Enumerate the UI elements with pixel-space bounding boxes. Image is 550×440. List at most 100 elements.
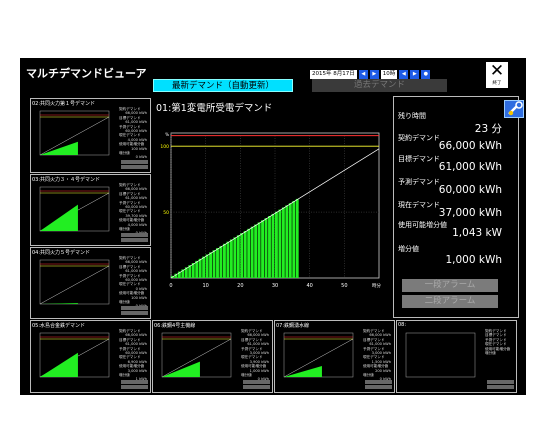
demand-bar	[229, 239, 233, 278]
mini-alarm-button[interactable]	[121, 385, 148, 389]
demand-bar	[223, 243, 226, 278]
current-demand-label: 現在デマンド	[398, 201, 440, 209]
mini-demand-chart	[39, 332, 110, 378]
alarm-stage1-button[interactable]: 一段アラーム	[402, 279, 498, 292]
y-unit-label: %	[165, 132, 169, 137]
y-tick-label: 50	[163, 210, 169, 216]
mini-alarm-button[interactable]	[243, 385, 270, 389]
demand-bar	[295, 198, 299, 278]
mini-plot-area	[39, 259, 110, 305]
mini-alarm-button[interactable]	[365, 380, 392, 384]
mini-alarm-button[interactable]	[243, 380, 270, 384]
target-demand-label: 目標デマンド	[398, 155, 440, 163]
demand-bar	[202, 256, 206, 278]
demand-bar	[268, 216, 271, 278]
target-demand-value: 61,000 kWh	[438, 161, 502, 173]
remaining-time-value: 23 分	[474, 123, 502, 135]
mini-info-label: 増分値	[485, 351, 496, 356]
mini-alarm-button[interactable]	[121, 311, 148, 315]
contract-demand-label: 契約デマンド	[398, 134, 440, 142]
mini-alarm-button[interactable]	[121, 160, 148, 164]
demand-bar	[209, 252, 212, 278]
demand-bar	[275, 211, 278, 278]
demand-bar	[278, 209, 282, 278]
demand-bar	[292, 201, 296, 278]
prev-day-button[interactable]: ◀	[358, 70, 368, 79]
mini-alarm-button[interactable]	[121, 380, 148, 384]
mini-panel-05[interactable]: 05:水島合金鉄デマンド 契約デマンド 66,000 kWh 目標デマンド 61,000…	[30, 320, 151, 393]
mini-info-label: 使用可能増分値	[119, 364, 145, 369]
x-tick-label: 50	[341, 283, 347, 289]
settings-tool-icon[interactable]	[504, 100, 524, 118]
current-demand-value: 37,000 kWh	[438, 207, 502, 219]
mini-demand-chart	[39, 110, 110, 156]
date-field[interactable]: 2015年 8月17日	[310, 70, 357, 79]
mini-info-label: 使用可能増分値	[241, 364, 267, 369]
demand-bar	[257, 222, 261, 278]
next-day-button[interactable]: ▶	[369, 70, 379, 79]
y-tick-label: 100	[160, 144, 169, 150]
refresh-button[interactable]: ●	[421, 70, 431, 79]
increment-label: 増分値	[398, 245, 419, 253]
next-hour-button[interactable]: ▶	[410, 70, 420, 79]
forecast-demand-value: 60,000 kWh	[438, 184, 502, 196]
mini-panel-06[interactable]: 06:鉄鋼4号主機線 契約デマンド 66,000 kWh 目標デマンド 61,000 k…	[152, 320, 273, 393]
increment-value: 1,000 kWh	[445, 254, 502, 266]
mini-panel-08[interactable]: 08: 契約デマンド 目標デマンド 予測デマンド 現在デマンド 使用可能増分値 増分値	[396, 320, 517, 393]
mini-demand-chart	[39, 259, 110, 305]
mini-panel-04[interactable]: 04:共同火力５号デマンド 契約デマンド 66,000 kWh 目標デマンド 61,00…	[30, 247, 151, 319]
mini-alarm-button[interactable]	[487, 385, 514, 389]
demand-bar	[205, 254, 209, 278]
demand-bar	[212, 250, 216, 278]
app-title: マルチデマンドビューア	[26, 67, 147, 80]
app-window: マルチデマンドビューア 2015年 8月17日 ◀ ▶ 10時 ◀ ▶ ● 最新…	[20, 58, 526, 395]
mini-info-label: 使用可能増分値	[119, 218, 145, 223]
mini-demand-chart	[283, 332, 354, 378]
past-demand-button[interactable]: 過去デマンド	[312, 79, 447, 92]
mini-alarm-button[interactable]	[365, 385, 392, 389]
mini-alarm-button[interactable]	[121, 233, 148, 237]
demand-bar	[250, 226, 254, 278]
x-tick-label: 30	[272, 283, 278, 289]
demand-bar	[219, 245, 223, 278]
demand-info-panel: 残り時間 23 分 契約デマンド 66,000 kWh 目標デマンド 61,00…	[393, 96, 524, 318]
demand-bar	[281, 207, 285, 278]
mini-info-block: 契約デマンド 目標デマンド 予測デマンド 現在デマンド 使用可能増分値 増分値	[485, 329, 513, 355]
x-tick-label: 40	[306, 283, 312, 289]
demand-bar	[288, 203, 292, 278]
mini-info-block: 契約デマンド 66,000 kWh 目標デマンド 61,000 kWh 予測デマンド 3,…	[363, 329, 391, 382]
mini-panel-03[interactable]: 03:共同火力３・４号デマンド 契約デマンド 66,000 kWh 目標デマンド 61,…	[30, 174, 151, 246]
allowance-label: 使用可能増分値	[398, 221, 447, 229]
mini-alarm-button[interactable]	[487, 380, 514, 384]
close-icon: ✕	[489, 61, 505, 81]
x-tick-label: 20	[237, 283, 243, 289]
mini-info-block: 契約デマンド 66,000 kWh 目標デマンド 61,000 kWh 予測デマンド 3,…	[241, 329, 269, 382]
mini-alarm-button[interactable]	[121, 306, 148, 310]
exit-button[interactable]: ✕ 終了	[486, 62, 508, 88]
mini-panel-02[interactable]: 02:共同火力第１号デマンド 契約デマンド 66,000 kWh 目標デマンド 61,0…	[30, 98, 151, 173]
x-tick-label: 0	[169, 283, 172, 289]
remaining-time-label: 残り時間	[398, 112, 426, 120]
alarm-stage2-button[interactable]: 二段アラーム	[402, 295, 498, 308]
mini-plot-area	[405, 332, 476, 378]
x-axis-label: 時分	[372, 282, 381, 289]
main-chart-panel: 0 10 20 30 40 50 100 50% 時分 01:第1変電所受電デマンド	[151, 96, 393, 318]
contract-demand-value: 66,000 kWh	[438, 140, 502, 152]
demand-bar	[236, 235, 240, 278]
mini-info-block: 契約デマンド 66,000 kWh 目標デマンド 61,000 kWh 予測デマンド 60…	[119, 329, 147, 382]
mini-panel-07[interactable]: 07:鉄鋼湧水線 契約デマンド 66,000 kWh 目標デマンド 61,000 kWh…	[274, 320, 395, 393]
mini-info-block: 契約デマンド 66,000 kWh 目標デマンド 61,000 kWh 予測デマンド 60…	[119, 256, 147, 309]
x-tick-label: 10	[202, 283, 208, 289]
demand-bar	[243, 230, 247, 278]
prev-hour-button[interactable]: ◀	[399, 70, 409, 79]
allowance-value: 1,043 kW	[452, 227, 502, 239]
demand-bar	[195, 260, 199, 278]
main-chart-title: 01:第1変電所受電デマンド	[156, 103, 273, 114]
mini-alarm-button[interactable]	[121, 165, 148, 169]
demand-bar	[271, 213, 275, 278]
hour-field[interactable]: 10時	[380, 70, 398, 79]
demand-bar	[233, 237, 237, 278]
latest-demand-button[interactable]: 最新デマンド（自動更新）	[153, 79, 293, 92]
demand-bar	[261, 220, 264, 278]
mini-alarm-button[interactable]	[121, 238, 148, 242]
